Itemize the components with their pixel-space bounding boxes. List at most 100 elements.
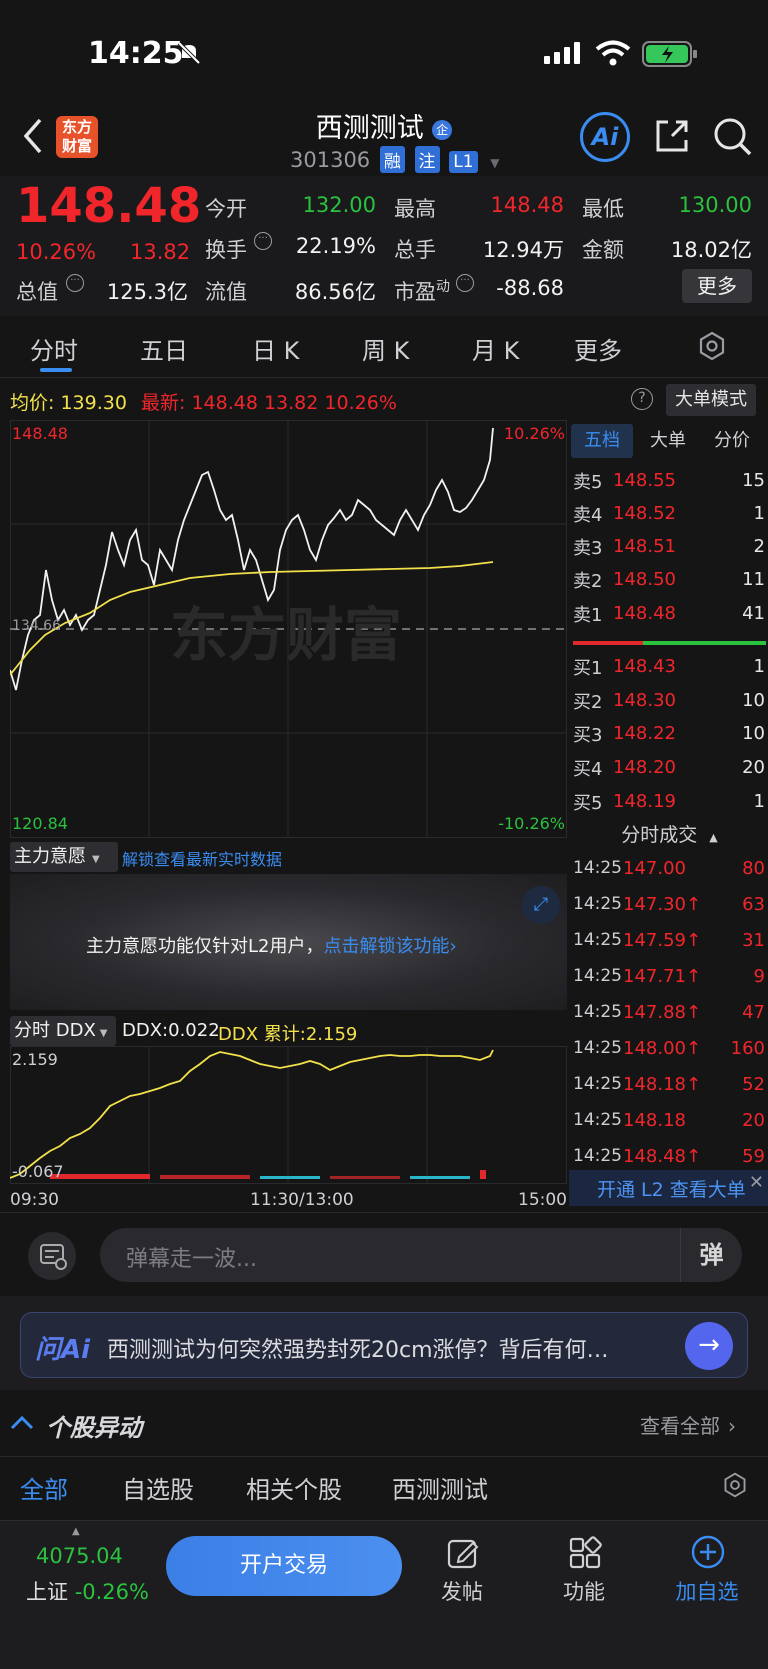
tab-day-k[interactable]: 日 K: [252, 331, 299, 366]
trade-button[interactable]: 开户交易: [166, 1536, 402, 1596]
main-force-notice: 主力意愿功能仅针对L2用户，点击解锁该功能›: [86, 936, 457, 957]
sell-row-3: 卖3 148.51 2: [573, 536, 765, 559]
index-change: -0.26%: [74, 1580, 149, 1604]
trade-row: 14:25 148.48↑ 59: [573, 1145, 765, 1167]
share-icon[interactable]: [652, 116, 692, 160]
index-value[interactable]: 4075.04: [36, 1544, 123, 1568]
ddx-dropdown[interactable]: 分时 DDX ▼: [10, 1016, 116, 1046]
pe-value: -88.68: [496, 276, 564, 300]
high-label: 最高: [394, 197, 436, 221]
info-icon[interactable]: ···: [254, 232, 272, 250]
sell-row-4: 卖4 148.52 1: [573, 503, 765, 526]
trade-row: 14:25 147.59↑ 31: [573, 929, 765, 951]
tab-month-k[interactable]: 月 K: [472, 331, 519, 366]
ddx-bottom-label: -0.067: [12, 1162, 64, 1181]
stock-code-row: 301306 融 注 L1 ▼: [290, 146, 499, 173]
float-label: 流值: [205, 280, 247, 304]
more-button[interactable]: 更多: [682, 269, 752, 303]
post-label[interactable]: 发帖: [417, 1576, 507, 1606]
help-icon[interactable]: ?: [631, 388, 653, 410]
ddx-header: 分时 DDX ▼ DDX:0.022 DDX 累计:2.159: [10, 1016, 567, 1046]
wifi-icon: [595, 40, 631, 70]
ask-ai-question: 西测测试为何突然强势封死20cm涨停？背后有何…: [107, 1338, 609, 1363]
tab-week-k[interactable]: 周 K: [362, 331, 409, 366]
volume-label: 总手: [394, 238, 436, 262]
news-tab-all[interactable]: 全部: [20, 1470, 68, 1505]
ddx-line: [10, 1049, 494, 1179]
divider: [0, 1456, 768, 1457]
settings-icon[interactable]: [697, 331, 727, 365]
danmu-send-button[interactable]: 弹: [680, 1228, 742, 1282]
info-icon[interactable]: ···: [456, 274, 474, 292]
main-force-dropdown[interactable]: 主力意愿 ▼: [10, 842, 118, 872]
sell-row-2: 卖2 148.50 11: [573, 569, 765, 592]
chart-bottom-price: 120.84: [12, 814, 68, 833]
news-tab-watchlist[interactable]: 自选股: [122, 1470, 194, 1505]
ai-button[interactable]: Ai: [580, 112, 630, 162]
arrow-right-icon[interactable]: →: [685, 1322, 733, 1370]
amount-value: 18.02亿: [670, 238, 752, 262]
index-row[interactable]: 上证 -0.26%: [26, 1576, 149, 1606]
collapse-icon[interactable]: [10, 1412, 34, 1437]
tab-more[interactable]: 更多: [574, 331, 622, 366]
unlock-feature-link[interactable]: 点击解锁该功能: [323, 936, 449, 957]
function-label[interactable]: 功能: [539, 1576, 629, 1606]
danmu-toggle-icon[interactable]: [28, 1232, 76, 1280]
trades-title[interactable]: 分时成交 ▲: [573, 820, 766, 847]
tab-intraday[interactable]: 分时: [30, 331, 78, 366]
change-amount: 13.82: [130, 240, 191, 264]
big-order-mode-button[interactable]: 大单模式: [666, 384, 756, 416]
info-icon[interactable]: ···: [66, 274, 84, 292]
main-force-locked-panel: ⤢ 主力意愿功能仅针对L2用户，点击解锁该功能›: [10, 874, 567, 1010]
close-icon[interactable]: ✕: [749, 1172, 764, 1193]
buy-row-2: 买2 148.30 10: [573, 690, 765, 713]
add-watchlist-icon[interactable]: [690, 1534, 726, 1574]
trade-row: 14:25 147.71↑ 9: [573, 965, 765, 987]
unlock-link[interactable]: 解锁查看最新实时数据: [122, 846, 282, 870]
view-all-link[interactable]: 查看全部 ›: [640, 1410, 736, 1439]
tab-five-level[interactable]: 五档: [571, 424, 633, 458]
trade-row: 14:25 148.00↑ 160: [573, 1037, 765, 1059]
chart-top-price: 148.48: [12, 424, 68, 443]
news-title: 个股异动: [46, 1414, 142, 1442]
news-settings-icon[interactable]: [722, 1472, 748, 1502]
l2-banner-text: 开通 L2 查看大单: [597, 1179, 746, 1201]
intraday-chart[interactable]: 东方财富 148.48 120.84 134.66 10.26% -10.26%: [10, 420, 567, 838]
status-time: 14:25: [88, 36, 184, 71]
danmu-placeholder: 弹幕走一波...: [126, 1247, 257, 1272]
danmu-input[interactable]: 弹幕走一波... 弹: [100, 1228, 742, 1282]
chevron-down-icon[interactable]: ▼: [490, 156, 499, 170]
chart-mid-price: 134.66: [12, 618, 61, 634]
orderbook-tabs: 五档 大单 分价: [571, 424, 768, 458]
float-value: 86.56亿: [294, 280, 376, 304]
ask-ai-bar[interactable]: 问Ai 西测测试为何突然强势封死20cm涨停？背后有何… →: [20, 1312, 748, 1378]
news-tab-stock[interactable]: 西测测试: [392, 1470, 488, 1505]
tab-big-order[interactable]: 大单: [637, 424, 699, 458]
main-force-header: 主力意愿 ▼ 解锁查看最新实时数据: [10, 842, 567, 872]
change-percent: 10.26%: [16, 240, 97, 264]
function-icon[interactable]: [568, 1536, 602, 1574]
caret-up-icon: ▲: [72, 1526, 80, 1537]
tab-price-dist[interactable]: 分价: [701, 424, 763, 458]
tag-registered: 注: [414, 146, 440, 173]
open-value: 132.00: [302, 193, 376, 217]
chart-top-pct: 10.26%: [503, 424, 565, 443]
turnover-label: 换手: [205, 238, 247, 262]
search-icon[interactable]: [712, 116, 754, 162]
mktcap-value: 125.3亿: [106, 280, 188, 304]
index-name: 上证: [26, 1580, 68, 1604]
chart-watermark: 东方财富: [170, 601, 402, 669]
news-tab-related[interactable]: 相关个股: [246, 1470, 342, 1505]
mktcap-label: 总值: [16, 280, 58, 304]
add-watchlist-label[interactable]: 加自选: [662, 1576, 752, 1606]
post-icon[interactable]: [446, 1536, 480, 1574]
expand-icon[interactable]: ⤢: [522, 886, 560, 924]
ddx-chart[interactable]: 2.159 -0.067: [10, 1046, 567, 1184]
l2-banner[interactable]: 开通 L2 查看大单 ✕: [569, 1170, 768, 1206]
tab-active-indicator: [40, 368, 72, 372]
trade-row: 14:25 148.18 20: [573, 1109, 765, 1131]
bell-muted-icon: [176, 40, 202, 66]
tab-5day[interactable]: 五日: [140, 331, 188, 366]
ddx-cumulative: DDX 累计:2.159: [218, 1024, 358, 1045]
trade-row: 14:25 147.30↑ 63: [573, 893, 765, 915]
